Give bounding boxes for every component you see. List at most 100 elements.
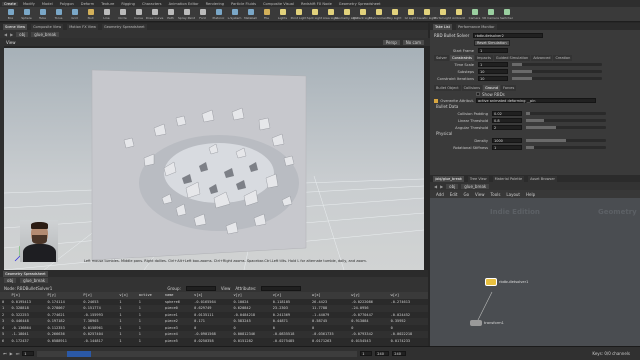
shelf-tool-button[interactable]: Tube [36, 8, 49, 22]
shelf-tool-button[interactable]: Box [4, 8, 17, 22]
time-scale-input[interactable]: 1 [478, 62, 508, 67]
shelf-tab[interactable]: Redshift FX Node [299, 2, 334, 6]
tab-performance-monitor[interactable]: Performance Monitor [456, 23, 497, 30]
shelf-tab[interactable]: Modify [21, 2, 37, 6]
network-menu-item[interactable]: Layout [506, 192, 520, 197]
shelf-tool-button[interactable]: Point Light [291, 8, 306, 22]
shelf-tool-button[interactable]: Curve [132, 8, 145, 22]
timeline-scrubber[interactable] [37, 350, 358, 357]
start-frame-input[interactable]: 1 [478, 48, 508, 53]
solver-tab[interactable]: Constraints [450, 54, 474, 61]
shelf-tool-button[interactable]: Path [164, 8, 177, 22]
shelf-tab[interactable]: Animation Editor [167, 2, 201, 6]
tab-motion-fx-view[interactable]: Motion FX View [67, 23, 99, 30]
angular-threshold-slider[interactable] [526, 126, 606, 129]
tab-material-palette[interactable]: Material Palette [492, 175, 525, 182]
object-tab[interactable]: Forces [500, 84, 517, 91]
network-menu-item[interactable]: View [475, 192, 485, 197]
group-field[interactable] [185, 285, 216, 291]
persp-menu[interactable]: Persp [382, 39, 400, 45]
path-obj[interactable]: obj [16, 31, 29, 37]
network-menu-item[interactable]: Tools [491, 192, 501, 197]
end-frame-field[interactable]: 240 [375, 351, 390, 356]
shelf-tool-button[interactable]: File [260, 8, 273, 22]
linear-threshold-input[interactable]: 0.8 [492, 118, 522, 123]
shelf-tool-button[interactable]: Platonic [212, 8, 225, 22]
density-slider[interactable] [526, 139, 606, 142]
start-frame-field[interactable]: 1 [360, 351, 373, 356]
shelf-tab[interactable]: Composite Visual [261, 2, 296, 6]
net-back-icon[interactable]: ◀ [434, 184, 437, 189]
play-forward-icon[interactable]: ⏭ [16, 351, 20, 356]
solver-tab[interactable]: Advanced [531, 54, 553, 61]
shelf-tool-button[interactable]: Torus [52, 8, 65, 22]
tab-composite-view[interactable]: Composite View [31, 23, 64, 30]
net-forward-icon[interactable]: ▶ [440, 184, 443, 189]
shelf-tool-button[interactable]: Lights [276, 8, 289, 22]
reset-simulation-button[interactable]: Reset Simulation [474, 40, 510, 46]
shelf-tool-button[interactable]: Spray Paint [178, 8, 195, 22]
view-menu[interactable]: View [221, 286, 231, 291]
shelf-tab[interactable]: Particle Fluids [229, 2, 258, 6]
3d-viewport[interactable] [4, 48, 424, 270]
shelf-tool-button[interactable]: Grid [68, 8, 81, 22]
tab-network-path[interactable]: /obj/glue_break [433, 175, 464, 182]
shelf-tool-button[interactable]: Geometry Light [335, 8, 358, 22]
rotational-stiffness-input[interactable]: 1 [492, 145, 522, 150]
collision-padding-slider[interactable] [526, 112, 606, 115]
shelf-tab[interactable]: Polygon [58, 2, 76, 6]
density-input[interactable]: 1000 [492, 138, 522, 143]
network-editor[interactable]: Indie Edition Geometry rbdbulletsolver1 … [430, 198, 640, 346]
shelf-tab[interactable]: Rendering [204, 2, 226, 6]
shelf-tab[interactable]: Characters [140, 2, 164, 6]
camera-menu[interactable]: No cam [402, 39, 424, 45]
shelf-tool-button[interactable]: Distant Light [353, 8, 372, 22]
shelf-tool-button[interactable]: Circle [116, 8, 129, 22]
shelf-tab[interactable]: Rigging [119, 2, 137, 6]
attributes-field[interactable] [261, 285, 302, 291]
shelf-tab[interactable]: Model [40, 2, 55, 6]
shelf-tool-button[interactable]: Spot Light [307, 8, 322, 22]
net-path-node[interactable]: glue_break [461, 183, 490, 189]
shelf-tab[interactable]: Deform [79, 2, 96, 6]
overwrite-checkbox[interactable] [434, 98, 438, 103]
tab-take-list[interactable]: Take List [433, 23, 452, 30]
node-name-field[interactable]: rbdbulletsolver2 [473, 33, 544, 38]
substeps-slider[interactable] [512, 70, 602, 73]
end-frame-field-2[interactable]: 240 [392, 351, 407, 356]
path-node-bottom[interactable]: glue_break [20, 278, 49, 283]
shelf-tool-button[interactable]: Ambient [452, 8, 465, 22]
network-menu-item[interactable]: Add [436, 192, 444, 197]
network-menu-item[interactable]: Help [526, 192, 535, 197]
shelf-tool-button[interactable]: GI Light [404, 8, 417, 22]
overwrite-field[interactable]: active animated deforming __pin [476, 98, 596, 103]
tab-asset-browser[interactable]: Asset Browser [528, 175, 557, 182]
tab-scene-view[interactable]: Scene View [3, 23, 28, 30]
node-rbdbulletsolver[interactable]: rbdbulletsolver1 [485, 278, 528, 286]
time-scale-slider[interactable] [512, 63, 602, 66]
show-rbds-checkbox[interactable] [476, 92, 480, 96]
current-frame-field[interactable]: 1 [22, 351, 35, 356]
shelf-tool-button[interactable]: Portal Light [434, 8, 451, 22]
angular-threshold-input[interactable]: 2 [492, 125, 522, 130]
node-transform[interactable]: transform1 [470, 320, 504, 326]
tab-tree-view[interactable]: Tree View [467, 175, 489, 182]
collision-padding-input[interactable]: 0.02 [492, 111, 522, 116]
solver-tab[interactable]: Creation [553, 54, 573, 61]
shelf-tool-button[interactable]: VR Camera [482, 8, 499, 22]
object-tab[interactable]: Ground [483, 84, 500, 91]
linear-threshold-slider[interactable] [526, 119, 606, 122]
geometry-spreadsheet-table[interactable]: P[x] P[y] P[z] v[x] active name v[x] v[y] v[z] w[… [0, 292, 428, 346]
object-tab[interactable]: Bullet Object [434, 84, 461, 91]
solver-tab[interactable]: Guided Simulation [493, 54, 531, 61]
shelf-tool-button[interactable]: Sky Light [388, 8, 401, 22]
shelf-tab[interactable]: Texture [99, 2, 116, 6]
play-icon[interactable]: ▶ [10, 351, 13, 356]
shelf-tool-button[interactable]: Draw Curve [146, 8, 163, 22]
rotational-stiffness-slider[interactable] [526, 146, 606, 149]
shelf-tool-button[interactable]: Metaball [244, 8, 257, 22]
constraint-iterations-slider[interactable] [512, 77, 602, 80]
shelf-tool-button[interactable]: Line [100, 8, 113, 22]
shelf-tab[interactable]: Create [2, 1, 18, 6]
network-menu-item[interactable]: Go [464, 192, 470, 197]
